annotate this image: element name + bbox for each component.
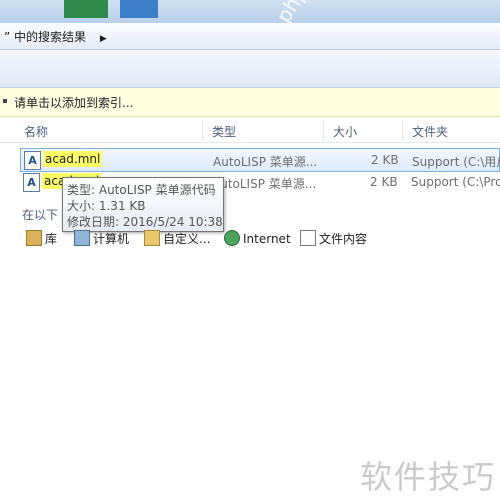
autolisp-file-icon: A (23, 173, 40, 192)
file-folder: Support (C:\Pro (411, 175, 500, 189)
search-location-custom[interactable]: 自定义... (144, 230, 210, 250)
computer-icon (74, 230, 90, 246)
watermark-corner: 软件技巧 (360, 458, 497, 496)
file-size: 2 KB (371, 153, 399, 167)
column-header-name[interactable]: 名称 (24, 123, 48, 140)
window-titlebar (0, 0, 500, 23)
search-location-internet[interactable]: Internet (224, 230, 291, 250)
breadcrumb-search-results[interactable]: 中的搜索结果 (14, 30, 86, 44)
index-info-bar[interactable]: 请单击以添加到索引... (0, 88, 500, 117)
internet-icon (224, 230, 240, 246)
taskbar-app-green (64, 0, 108, 18)
column-header-folder[interactable]: 文件夹 (412, 123, 448, 140)
column-header-type[interactable]: 类型 (212, 123, 236, 140)
library-icon (26, 230, 42, 246)
file-tooltip: 类型: AutoLISP 菜单源代码 大小: 1.31 KB 修改日期: 201… (62, 177, 224, 232)
index-info-text[interactable]: 请单击以添加到索引... (14, 94, 133, 111)
file-size: 2 KB (370, 175, 398, 189)
column-header-row: 名称 类型 大小 文件夹 (0, 118, 500, 143)
breadcrumb[interactable]: ” 中的搜索结果 ▶ (4, 28, 107, 45)
column-header-size[interactable]: 大小 (333, 123, 357, 140)
autolisp-file-icon: A (24, 151, 41, 170)
file-type: AutoLISP 菜单源... (212, 177, 317, 191)
chevron-right-icon[interactable]: ▶ (100, 34, 107, 44)
command-toolbar (0, 50, 500, 88)
address-bar[interactable]: ” 中的搜索结果 ▶ (0, 23, 500, 50)
file-folder: Support (C:\用户 (412, 155, 500, 169)
tooltip-date: 修改日期: 2016/5/24 10:38 (67, 215, 223, 229)
search-again-label: 在以下 (22, 208, 59, 222)
file-name[interactable]: acad.mnl (43, 151, 103, 167)
custom-folder-icon (144, 230, 160, 246)
tooltip-type: 类型: AutoLISP 菜单源代码 (67, 183, 216, 197)
taskbar-app-blue (120, 0, 158, 18)
search-location-file-contents[interactable]: 文件内容 (300, 230, 367, 250)
search-location-library[interactable]: 库 (26, 230, 57, 250)
search-location-computer[interactable]: 计算机 (74, 230, 129, 250)
file-contents-icon (300, 230, 316, 246)
tooltip-size: 大小: 1.31 KB (67, 199, 146, 213)
search-again-locations: 库 计算机 自定义... Internet 文件内容 (22, 230, 492, 250)
file-type: AutoLISP 菜单源... (213, 155, 318, 169)
info-bullet-icon (3, 99, 7, 103)
file-row[interactable]: A acad.mnl AutoLISP 菜单源... 2 KB Support … (20, 148, 500, 172)
